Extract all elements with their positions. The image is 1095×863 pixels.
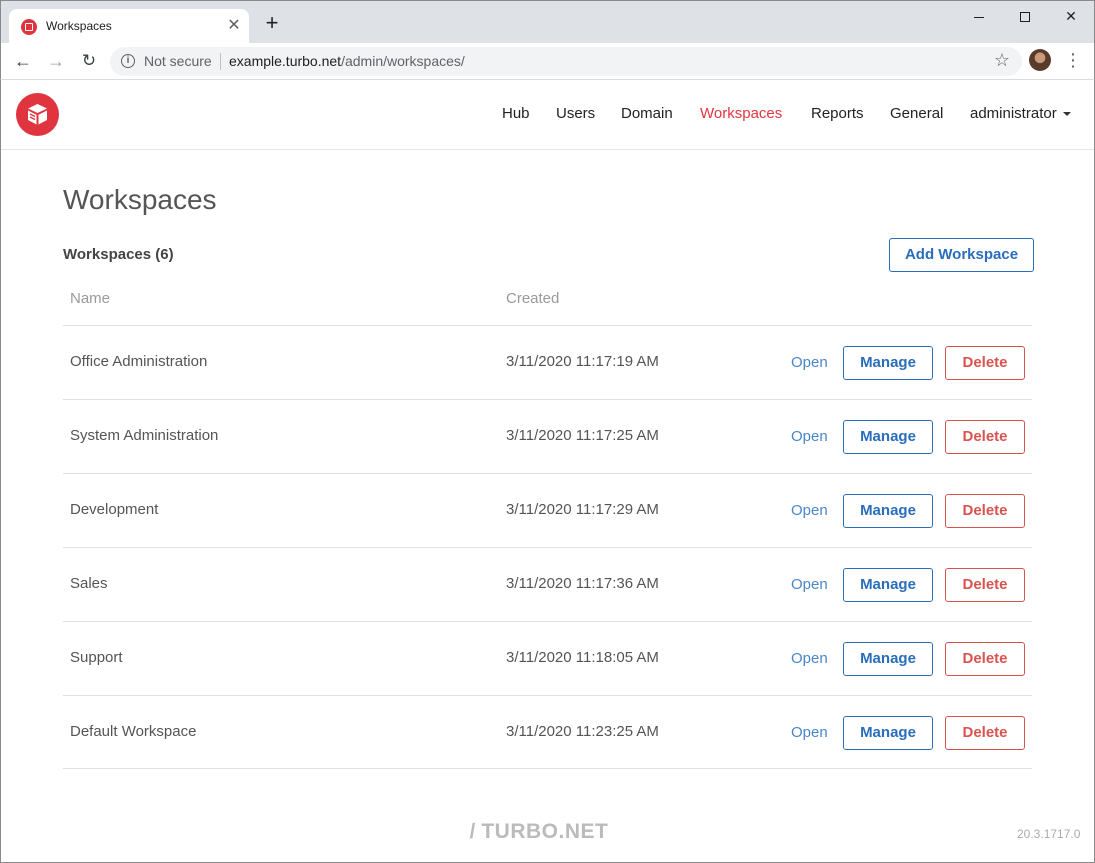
url-host: example.turbo.net [229, 53, 342, 69]
workspace-created: 3/11/2020 11:17:25 AM [506, 427, 659, 444]
workspace-name: Support [70, 649, 123, 666]
browser-tab[interactable]: Workspaces ✕ [9, 9, 249, 44]
nav-domain[interactable]: Domain [621, 105, 673, 122]
workspace-created: 3/11/2020 11:18:05 AM [506, 649, 659, 666]
turbo-favicon-icon [21, 19, 37, 35]
open-link[interactable]: Open [791, 650, 828, 667]
open-link[interactable]: Open [791, 354, 828, 371]
workspace-name: Development [70, 501, 159, 518]
open-link[interactable]: Open [791, 502, 828, 519]
window-close-icon[interactable]: ✕ [1048, 1, 1094, 31]
manage-button[interactable]: Manage [843, 716, 933, 750]
not-secure-label[interactable]: Not secure [144, 53, 212, 69]
open-link[interactable]: Open [791, 428, 828, 445]
workspace-created: 3/11/2020 11:17:19 AM [506, 353, 659, 370]
url-text[interactable]: example.turbo.net/admin/workspaces/ [229, 53, 465, 69]
footer-brand-text: TURBO.NET [481, 820, 609, 843]
user-menu[interactable]: administrator [970, 105, 1071, 122]
nav-workspaces[interactable]: Workspaces [700, 105, 782, 122]
version-label: 20.3.1717.0 [1017, 827, 1081, 841]
workspace-created: 3/11/2020 11:17:36 AM [506, 575, 659, 592]
workspace-created: 3/11/2020 11:23:25 AM [506, 723, 659, 740]
forward-arrow-icon[interactable]: → [44, 49, 68, 73]
info-icon[interactable]: i [121, 54, 135, 68]
workspace-name: Default Workspace [70, 723, 197, 740]
table-row: Development 3/11/2020 11:17:29 AM Open M… [63, 473, 1032, 547]
workspace-created: 3/11/2020 11:17:29 AM [506, 501, 659, 518]
address-bar[interactable]: i Not secure example.turbo.net/admin/wor… [110, 47, 1022, 76]
table-row: System Administration 3/11/2020 11:17:25… [63, 399, 1032, 473]
workspaces-count: Workspaces (6) [63, 246, 174, 263]
maximize-icon[interactable] [1002, 1, 1048, 31]
footer-logo: \TURBO.NET [465, 820, 609, 844]
user-name: administrator [970, 105, 1057, 122]
workspace-name: Office Administration [70, 353, 208, 370]
omnibox-divider [220, 53, 221, 70]
page-title: Workspaces [63, 184, 217, 215]
kebab-menu-icon[interactable]: ⋮ [1064, 50, 1082, 70]
new-tab-icon[interactable]: + [261, 12, 283, 35]
manage-button[interactable]: Manage [843, 494, 933, 528]
manage-button[interactable]: Manage [843, 420, 933, 454]
manage-button[interactable]: Manage [843, 568, 933, 602]
browser-toolbar: ← → ↻ i Not secure example.turbo.net/adm… [0, 43, 1095, 80]
manage-button[interactable]: Manage [843, 642, 933, 676]
table-row: Support 3/11/2020 11:18:05 AM Open Manag… [63, 621, 1032, 695]
close-tab-icon[interactable]: ✕ [225, 17, 243, 35]
workspaces-table: Office Administration 3/11/2020 11:17:19… [63, 325, 1032, 769]
manage-button[interactable]: Manage [843, 346, 933, 380]
delete-button[interactable]: Delete [945, 716, 1025, 750]
add-workspace-button[interactable]: Add Workspace [889, 238, 1034, 272]
delete-button[interactable]: Delete [945, 494, 1025, 528]
reload-icon[interactable]: ↻ [77, 49, 101, 73]
column-header-name: Name [70, 290, 111, 307]
page-content: Hub Users Domain Workspaces Reports Gene… [0, 80, 1095, 863]
open-link[interactable]: Open [791, 576, 828, 593]
bookmark-star-icon[interactable]: ☆ [994, 50, 1010, 71]
browser-titlebar: Workspaces ✕ + ✕ [0, 0, 1095, 44]
delete-button[interactable]: Delete [945, 642, 1025, 676]
workspace-name: System Administration [70, 427, 219, 444]
caret-down-icon [1062, 112, 1071, 117]
turbo-mark-icon: \ [464, 820, 480, 843]
delete-button[interactable]: Delete [945, 568, 1025, 602]
table-row: Default Workspace 3/11/2020 11:23:25 AM … [63, 695, 1032, 769]
delete-button[interactable]: Delete [945, 420, 1025, 454]
tab-title: Workspaces [46, 19, 112, 33]
open-link[interactable]: Open [791, 724, 828, 741]
nav-reports[interactable]: Reports [811, 105, 864, 122]
nav-users[interactable]: Users [556, 105, 595, 122]
url-path: /admin/workspaces/ [341, 53, 465, 69]
back-arrow-icon[interactable]: ← [11, 49, 35, 73]
nav-general[interactable]: General [890, 105, 943, 122]
profile-avatar[interactable] [1029, 49, 1051, 71]
turbo-logo-icon[interactable] [16, 93, 59, 136]
nav-hub[interactable]: Hub [502, 105, 530, 122]
site-header: Hub Users Domain Workspaces Reports Gene… [1, 80, 1094, 150]
table-row: Office Administration 3/11/2020 11:17:19… [63, 325, 1032, 399]
column-header-created: Created [506, 290, 560, 307]
minimize-icon[interactable] [956, 1, 1002, 31]
delete-button[interactable]: Delete [945, 346, 1025, 380]
workspace-name: Sales [70, 575, 108, 592]
table-row: Sales 3/11/2020 11:17:36 AM Open Manage … [63, 547, 1032, 621]
